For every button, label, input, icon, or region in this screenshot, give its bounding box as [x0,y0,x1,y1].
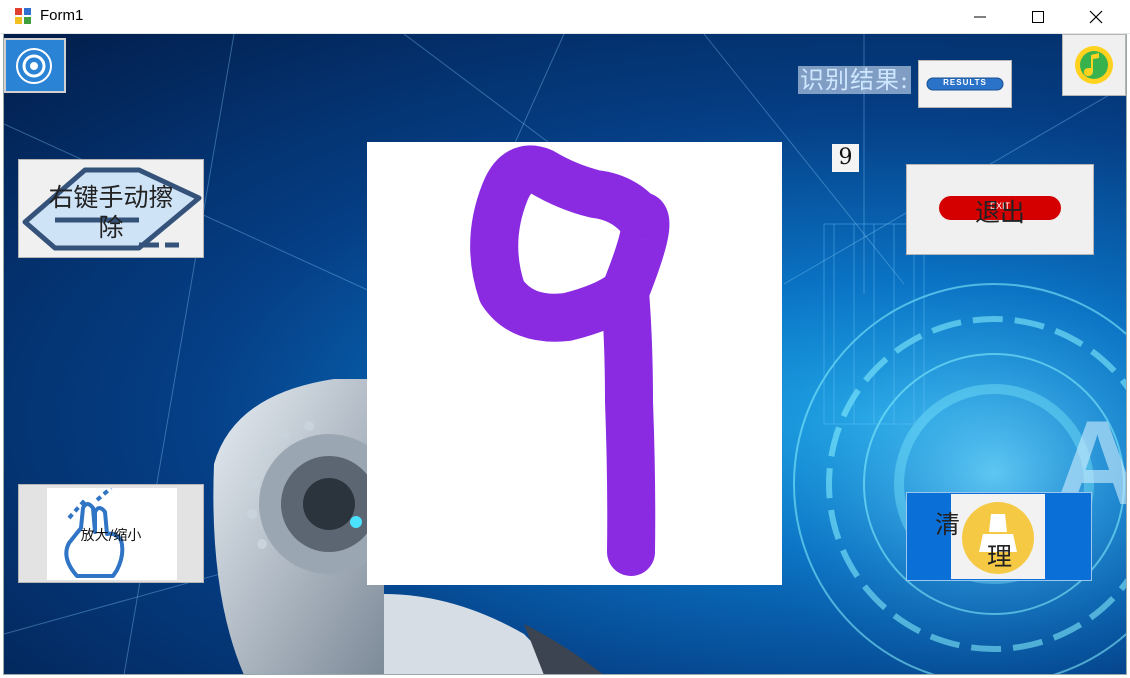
drawn-digit-stroke [470,145,670,576]
clear-label-1: 清 [935,510,961,539]
form-client-area: A 识别 [3,34,1127,675]
window-title: Form1 [40,7,84,24]
app-icon [15,8,31,24]
exit-label: 退出 [974,198,1025,227]
clear-button[interactable]: 清 理 [906,492,1092,581]
zoom-label: 放大/缩小 [80,528,142,544]
maximize-icon [1032,11,1044,23]
minimize-icon [974,16,986,18]
erase-button[interactable]: 右键手动擦 除 [18,159,204,258]
drawing-canvas[interactable] [367,142,782,585]
music-button[interactable] [1062,34,1126,96]
settings-button[interactable] [4,38,66,93]
close-button[interactable] [1067,0,1125,34]
clear-label-2: 理 [987,542,1013,571]
close-icon [1089,10,1103,24]
result-value: 9 [832,144,859,172]
results-button[interactable]: RESULTS [918,60,1012,108]
maximize-button[interactable] [1009,0,1067,34]
zoom-button[interactable]: 放大/缩小 [18,484,204,583]
minimize-button[interactable] [951,0,1009,34]
result-label: 识别结果: [798,66,912,94]
erase-label-line2: 除 [98,213,124,242]
exit-button[interactable]: EXIT 退出 [906,164,1094,255]
title-bar: Form1 [0,0,1130,34]
music-icon [1075,46,1113,84]
settings-icon [16,48,52,84]
results-badge-text: RESULTS [943,78,987,87]
